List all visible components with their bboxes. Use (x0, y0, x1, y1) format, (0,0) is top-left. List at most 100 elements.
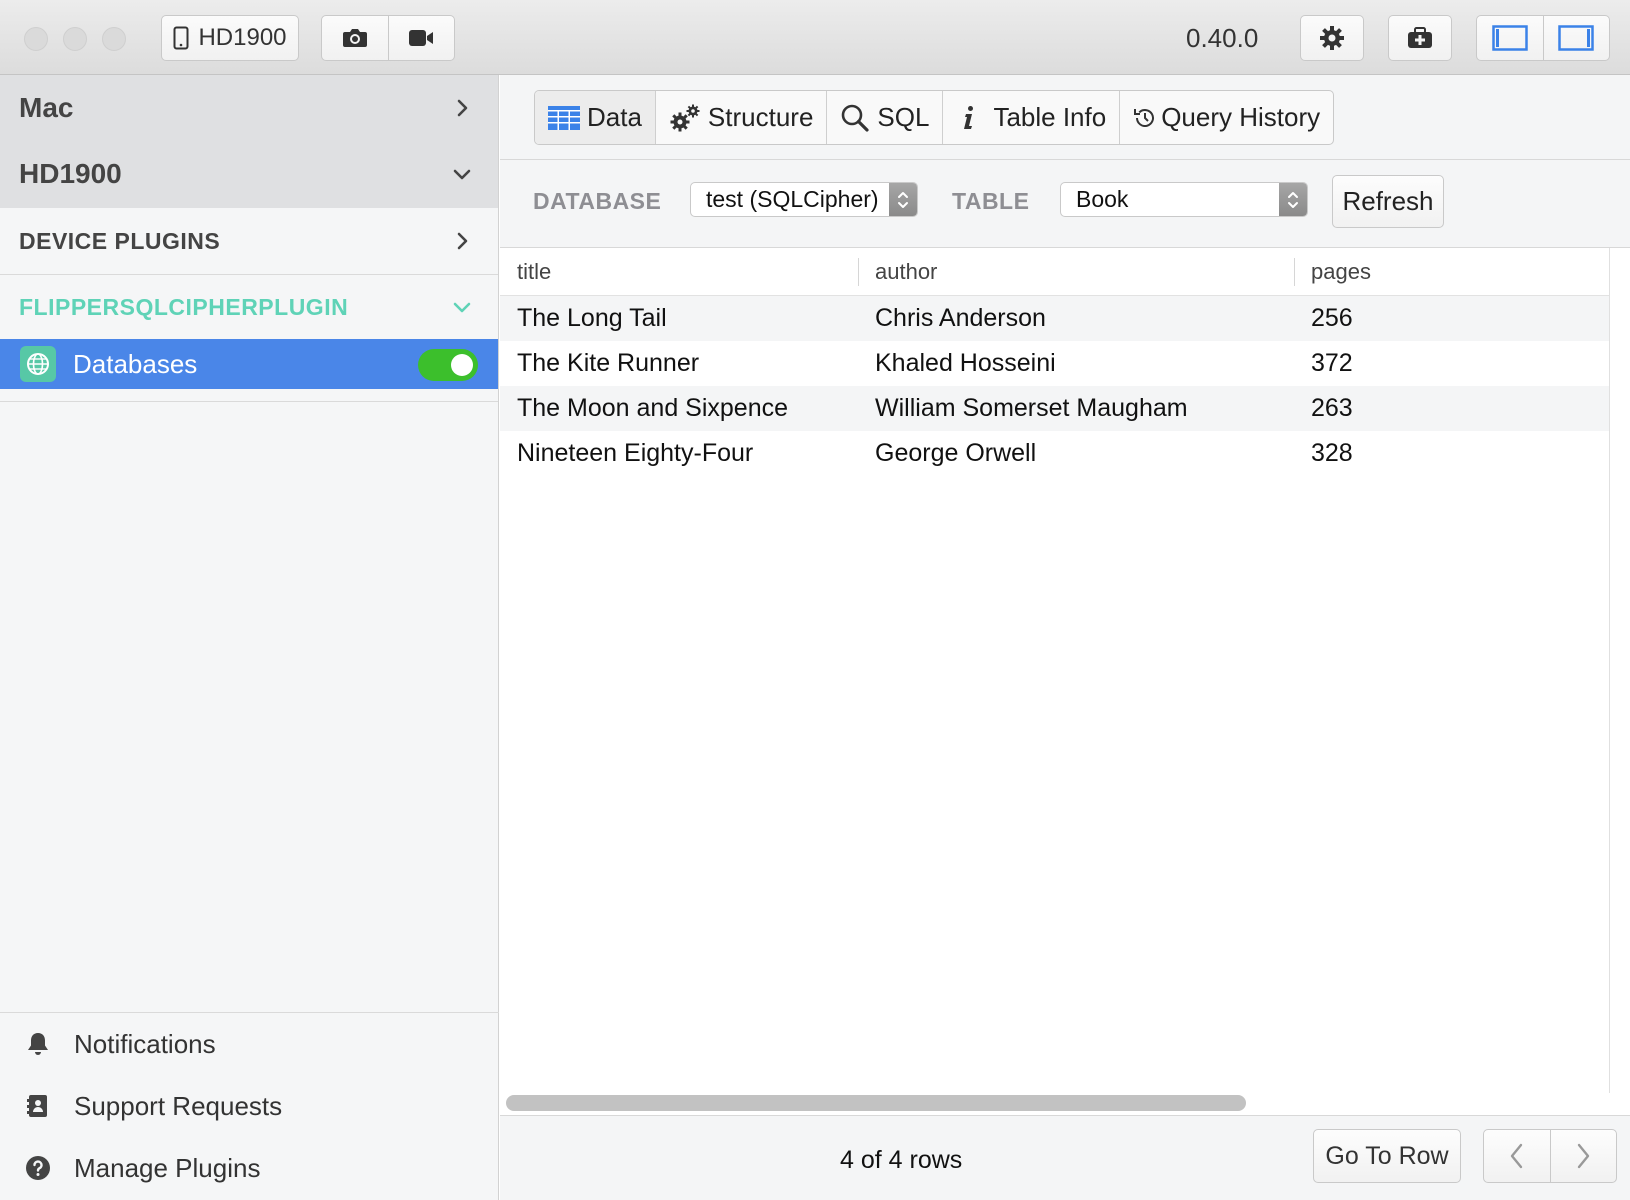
support-requests-item[interactable]: Support Requests (0, 1075, 499, 1137)
cell-pages: 256 (1311, 304, 1353, 332)
grid-icon (548, 105, 580, 130)
left-sidebar-icon (1492, 25, 1528, 51)
globe-icon (20, 346, 56, 382)
cell-author: William Somerset Maugham (875, 394, 1188, 422)
device-selector-button[interactable]: HD1900 (161, 15, 299, 61)
close-window-button[interactable] (24, 27, 48, 51)
screenshot-button[interactable] (322, 16, 388, 60)
chevron-left-icon (1510, 1143, 1522, 1169)
table-header: title author pages (500, 248, 1609, 296)
tab-sql[interactable]: SQL (826, 91, 942, 144)
tab-bar: Data Structure SQL Table Info Query Hist… (500, 75, 1630, 160)
updown-arrows-icon (889, 183, 917, 216)
sidebar: Mac HD1900 DEVICE PLUGINS FLIPPERSQLCIPH… (0, 75, 499, 1200)
device-label: HD1900 (19, 158, 122, 189)
record-video-button[interactable] (387, 16, 455, 60)
table-row[interactable]: The Moon and Sixpence William Somerset M… (500, 386, 1609, 431)
tab-table-info[interactable]: Table Info (942, 91, 1119, 144)
zoom-window-button[interactable] (102, 27, 126, 51)
table-select-value: Book (1076, 186, 1129, 212)
database-label: DATABASE (533, 188, 662, 214)
toggle-knob (451, 354, 473, 376)
database-select[interactable]: test (SQLCipher) (690, 182, 918, 217)
column-header-pages[interactable]: pages (1294, 248, 1594, 295)
tab-sql-label: SQL (877, 102, 930, 132)
database-select-value: test (SQLCipher) (706, 186, 879, 212)
chevron-right-icon (1578, 1143, 1590, 1169)
manage-plugins-item[interactable]: Manage Plugins (0, 1137, 499, 1199)
table-label: TABLE (952, 188, 1030, 214)
tab-query-history[interactable]: Query History (1119, 91, 1333, 144)
main-panel: Data Structure SQL Table Info Query Hist… (500, 75, 1630, 1200)
capture-button-group (321, 15, 455, 61)
previous-page-button[interactable] (1484, 1130, 1550, 1182)
chevron-down-icon (453, 302, 471, 313)
cell-pages: 328 (1311, 439, 1353, 467)
table-row[interactable]: The Kite Runner Khaled Hosseini 372 (500, 341, 1609, 386)
cell-pages: 372 (1311, 349, 1353, 377)
tab-data-label: Data (587, 102, 642, 132)
sidebar-item-plugin-group[interactable]: FLIPPERSQLCIPHERPLUGIN (0, 275, 498, 339)
info-icon (964, 105, 974, 129)
medkit-icon (1408, 27, 1432, 48)
toggle-left-sidebar-button[interactable] (1477, 16, 1543, 60)
table-select[interactable]: Book (1060, 182, 1308, 217)
settings-button[interactable] (1300, 15, 1364, 61)
view-tabs: Data Structure SQL Table Info Query Hist… (534, 90, 1335, 145)
sidebar-item-device-plugins[interactable]: DEVICE PLUGINS (0, 208, 498, 274)
camera-icon (342, 29, 367, 47)
history-icon (1134, 108, 1155, 127)
column-header-author[interactable]: author (858, 248, 1294, 295)
cell-title: Nineteen Eighty-Four (517, 439, 754, 467)
sidebar-item-mac[interactable]: Mac (0, 75, 498, 141)
cell-title: The Long Tail (517, 304, 667, 332)
version-label: 0.40.0 (1186, 23, 1259, 53)
plugin-enabled-toggle[interactable] (418, 349, 478, 381)
manage-plugins-label: Manage Plugins (74, 1152, 261, 1183)
minimize-window-button[interactable] (63, 27, 87, 51)
chevron-right-icon (457, 99, 468, 117)
tab-structure-label: Structure (707, 102, 814, 132)
sidebar-divider (0, 401, 498, 402)
cell-author: George Orwell (875, 439, 1037, 467)
tab-data[interactable]: Data (535, 91, 655, 144)
sidebar-item-databases[interactable]: Databases (0, 339, 498, 389)
go-to-row-button[interactable]: Go To Row (1313, 1129, 1461, 1183)
horizontal-scrollbar[interactable] (506, 1095, 1246, 1111)
table-row[interactable]: Nineteen Eighty-Four George Orwell 328 (500, 431, 1609, 476)
tab-table-info-label: Table Info (993, 102, 1107, 132)
sidebar-item-device[interactable]: HD1900 (0, 141, 498, 207)
device-section: Mac HD1900 (0, 75, 498, 208)
video-camera-icon (409, 30, 434, 46)
notifications-item[interactable]: Notifications (0, 1013, 499, 1075)
cell-title: The Moon and Sixpence (517, 394, 789, 422)
row-count-label: 4 of 4 rows (840, 1146, 963, 1174)
databases-label: Databases (73, 348, 198, 379)
chevron-down-icon (453, 169, 471, 180)
cell-author: Chris Anderson (875, 304, 1046, 332)
support-requests-label: Support Requests (74, 1090, 283, 1121)
title-bar: HD1900 0.40.0 (0, 0, 1630, 75)
table-row[interactable]: The Long Tail Chris Anderson 256 (500, 296, 1609, 341)
refresh-button[interactable]: Refresh (1332, 175, 1444, 228)
toggle-right-sidebar-button[interactable] (1542, 16, 1610, 60)
notifications-label: Notifications (74, 1028, 216, 1059)
page-nav-group (1483, 1129, 1617, 1183)
updown-arrows-icon (1279, 183, 1307, 216)
database-toolbar: DATABASE test (SQLCipher) TABLE Book Ref… (500, 160, 1630, 248)
cell-author: Khaled Hosseini (875, 349, 1056, 377)
sidebar-toggle-group (1476, 15, 1610, 61)
column-header-title[interactable]: title (500, 248, 858, 295)
tab-structure[interactable]: Structure (654, 91, 827, 144)
chevron-right-icon (457, 232, 468, 250)
cell-title: The Kite Runner (517, 349, 700, 377)
next-page-button[interactable] (1549, 1130, 1617, 1182)
sidebar-bottom-menu: Notifications Support Requests Manage Pl… (0, 1012, 499, 1200)
right-sidebar-icon (1558, 25, 1594, 51)
plugin-group-label: FLIPPERSQLCIPHERPLUGIN (19, 293, 349, 320)
data-table: title author pages The Long Tail Chris A… (500, 248, 1610, 1093)
device-plugins-label: DEVICE PLUGINS (19, 227, 221, 254)
tab-query-history-label: Query History (1161, 102, 1321, 132)
question-icon (24, 1154, 52, 1182)
bug-report-button[interactable] (1388, 15, 1452, 61)
